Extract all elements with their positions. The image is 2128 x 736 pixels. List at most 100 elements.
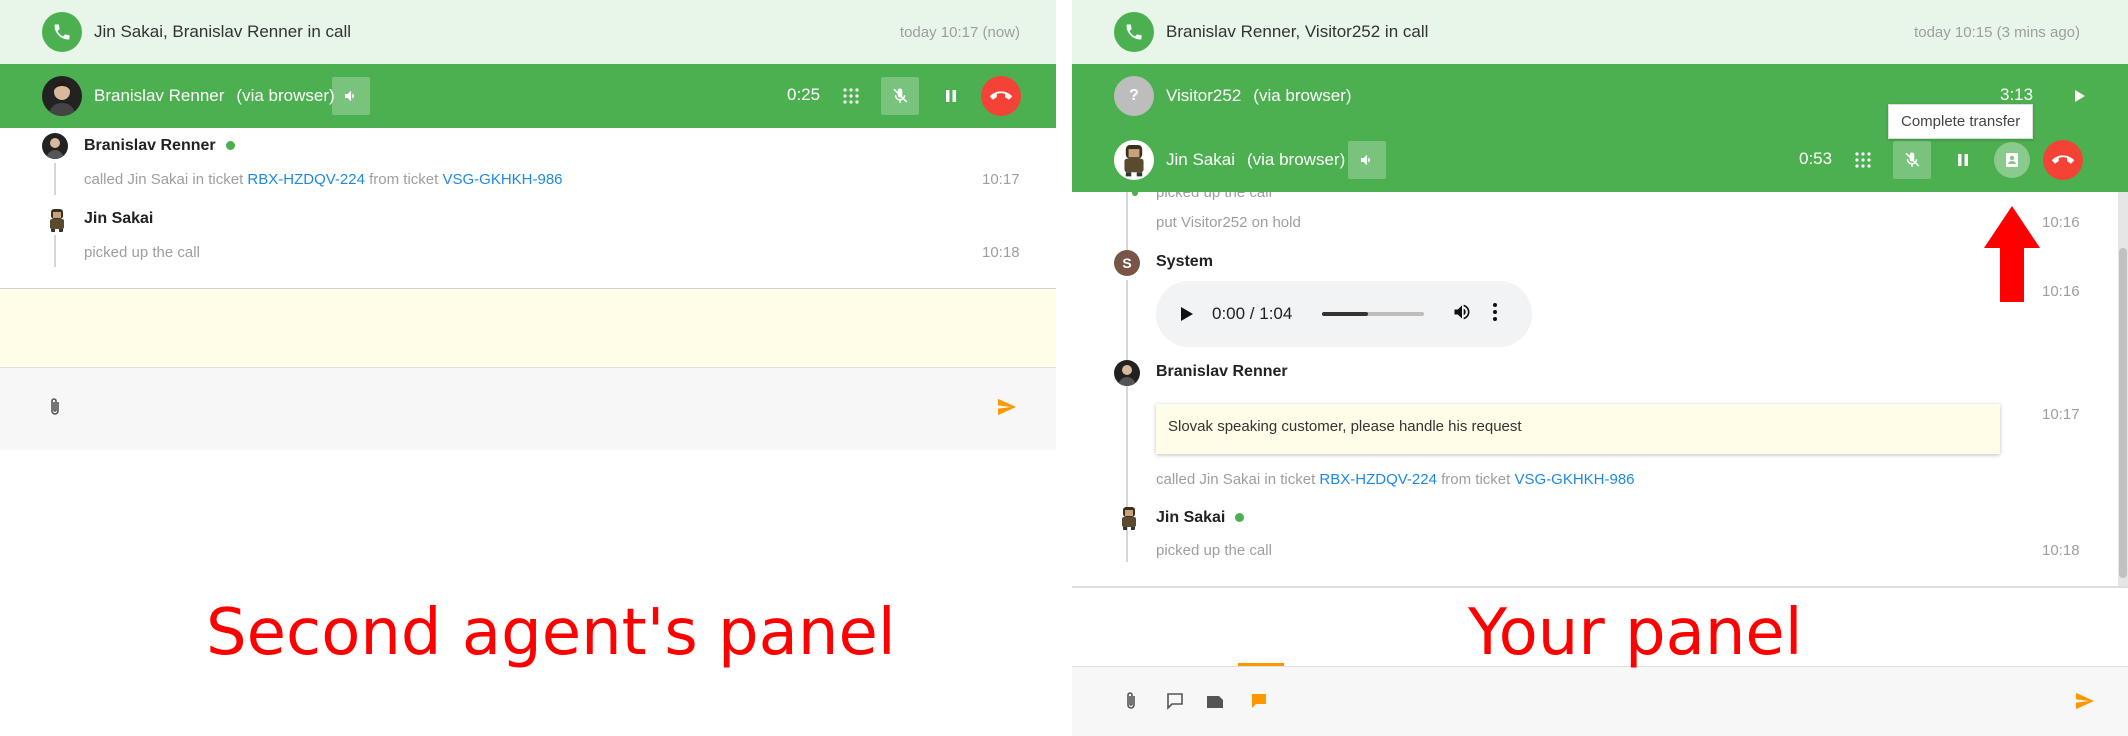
volume-icon (1361, 154, 1370, 166)
entry-text: put Visitor252 on hold (1156, 214, 1301, 231)
resume-button[interactable] (2061, 77, 2099, 115)
volume-icon (345, 90, 354, 102)
phone-icon (1114, 12, 1154, 52)
mute-button[interactable] (881, 77, 919, 115)
divider (1072, 586, 2128, 588)
your-panel: Branislav Renner, Visitor252 in call tod… (1072, 0, 2128, 736)
ticket-link[interactable]: VSG-GKHKH-986 (442, 171, 562, 188)
audio-progress-fill (1322, 312, 1369, 316)
call-time: today 10:15 (3 mins ago) (1914, 23, 2080, 41)
internal-note: Slovak speaking customer, please handle … (1156, 404, 2000, 454)
hang-up-icon (990, 91, 1012, 100)
panel-caption: Your panel (1468, 596, 1803, 670)
entry-author: System (1156, 253, 1213, 270)
mic-off-icon (893, 88, 908, 103)
timeline-line (54, 235, 56, 267)
entry-author: Jin Sakai (84, 210, 154, 227)
entry-time: 10:18 (2042, 542, 2080, 559)
entry-time: 10:18 (982, 244, 1020, 261)
entry-author: Branislav Renner (84, 137, 235, 155)
volume-icon[interactable] (1452, 302, 1472, 327)
entry-text: picked up the call (1156, 192, 1272, 201)
second-agent-panel: Jin Sakai, Branislav Renner in call toda… (0, 0, 1056, 736)
hang-up-button[interactable] (2043, 140, 2083, 180)
reply-composer (1072, 663, 2128, 736)
reply-composer (0, 368, 1056, 450)
contact-card-icon (2006, 153, 2018, 167)
entry-time: 10:17 (2042, 406, 2080, 423)
ticket-link[interactable]: RBX-HZDQV-224 (1319, 471, 1437, 488)
timeline-line (1126, 280, 1128, 542)
attachment-icon[interactable] (48, 397, 62, 422)
avatar (42, 76, 82, 116)
call-timer: 3:13 (2000, 85, 2034, 104)
pause-icon (946, 90, 956, 102)
audio-time: 0:00 / 1:04 (1212, 304, 1293, 323)
mic-off-icon (1905, 152, 1920, 167)
complete-transfer-button[interactable] (1994, 142, 2030, 178)
audio-progress[interactable] (1322, 312, 1425, 316)
entry-time: 10:17 (982, 171, 1020, 188)
online-status-dot (1235, 513, 1245, 523)
phone-icon (42, 12, 82, 52)
call-status-bar: Branislav Renner, Visitor252 in call tod… (1072, 0, 2128, 64)
ticket-link[interactable]: VSG-GKHKH-986 (1514, 471, 1634, 488)
play-icon (2075, 90, 2085, 102)
panel-caption: Second agent's panel (206, 596, 896, 670)
scrollbar[interactable] (2118, 192, 2128, 586)
internal-note-area[interactable] (0, 288, 1056, 368)
avatar (1114, 140, 1154, 180)
chat-icon[interactable] (1166, 692, 1184, 715)
timeline-line (1126, 532, 1128, 562)
play-icon[interactable] (1180, 304, 1200, 324)
audio-player: 0:00 / 1:04 (1156, 281, 1532, 347)
dialpad-button[interactable] (1844, 141, 1882, 179)
more-options-icon[interactable] (1492, 302, 1498, 327)
call-timer: 0:25 (787, 85, 821, 104)
participant-name: Branislav Renner (94, 86, 225, 105)
send-icon[interactable] (2075, 692, 2095, 715)
scrollbar-thumb[interactable] (2119, 248, 2127, 578)
entry-text: called Jin Sakai in ticket RBX-HZDQV-224… (84, 171, 563, 188)
hang-up-button[interactable] (981, 76, 1021, 116)
status-dot (1132, 192, 1138, 196)
mute-button[interactable] (1893, 141, 1931, 179)
avatar: ? (1114, 76, 1154, 116)
entry-time: 10:16 (2042, 283, 2080, 300)
hang-up-icon (2052, 155, 2074, 164)
active-tab-indicator (1238, 663, 1284, 666)
timeline: picked up the call put Visitor252 on hol… (1072, 192, 2118, 586)
attachment-icon[interactable] (1124, 691, 1138, 716)
entry-author: Branislav Renner (1156, 363, 1288, 380)
volume-button[interactable] (1348, 141, 1386, 179)
dialpad-button[interactable] (832, 77, 870, 115)
entry-text: picked up the call (84, 244, 200, 261)
avatar (42, 133, 68, 159)
participant-via: (via browser) (236, 86, 335, 105)
hold-button[interactable] (1944, 141, 1982, 179)
timeline-line (54, 163, 56, 195)
call-time: today 10:17 (now) (899, 23, 1020, 41)
volume-button[interactable] (332, 77, 370, 115)
participant-via: (via browser) (1246, 150, 1346, 169)
call-title: Jin Sakai, Branislav Renner in call (94, 22, 352, 41)
pause-icon (1958, 154, 1968, 166)
avatar (1116, 505, 1142, 531)
call-title: Branislav Renner, Visitor252 in call (1166, 22, 1429, 41)
send-icon[interactable] (997, 398, 1017, 421)
online-status-dot (225, 141, 235, 151)
participant-name: Jin Sakai (1166, 150, 1235, 169)
hold-button[interactable] (932, 77, 970, 115)
entry-text: picked up the call (1156, 542, 1272, 559)
email-icon[interactable] (1206, 693, 1224, 714)
entry-text: called Jin Sakai in ticket RBX-HZDQV-224… (1156, 471, 1635, 488)
internal-note-icon[interactable] (1250, 692, 1268, 715)
call-status-bar: Jin Sakai, Branislav Renner in call toda… (0, 0, 1056, 64)
participant-name: Visitor252 (1166, 86, 1242, 105)
complete-transfer-tooltip: Complete transfer (1888, 104, 2034, 139)
avatar (44, 207, 70, 233)
avatar: S (1114, 250, 1140, 276)
ticket-link[interactable]: RBX-HZDQV-224 (247, 171, 365, 188)
entry-author: Jin Sakai (1156, 509, 1245, 527)
call-timer: 0:53 (1799, 149, 1833, 168)
